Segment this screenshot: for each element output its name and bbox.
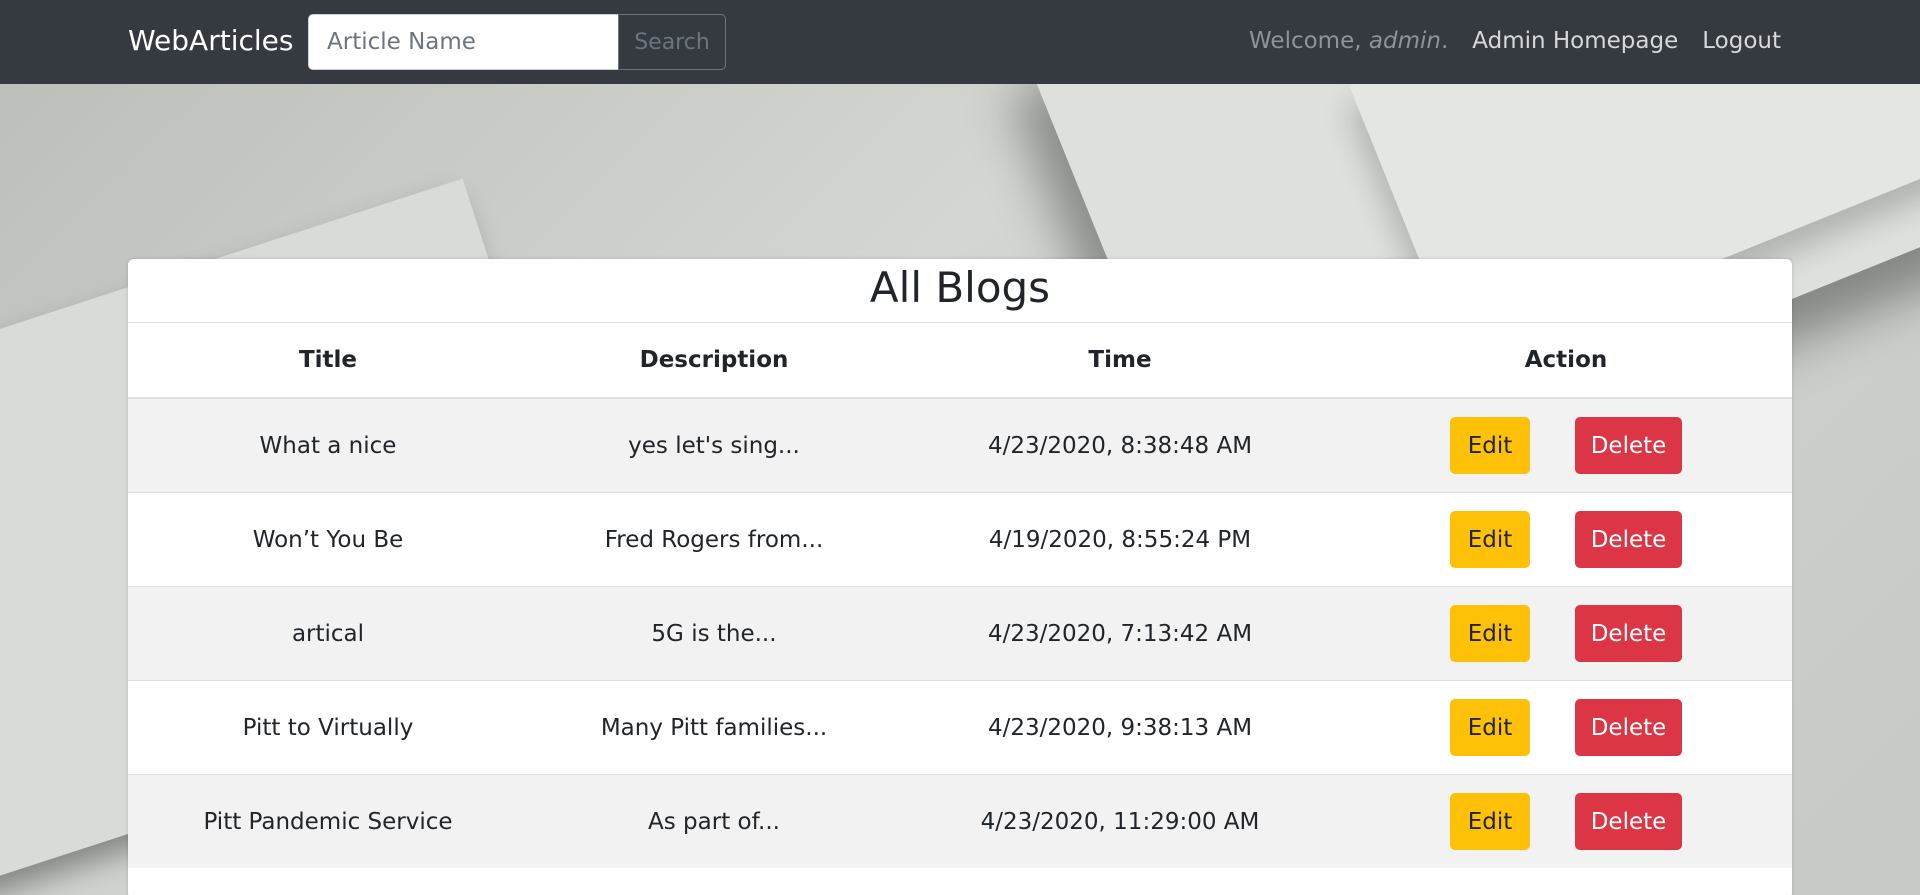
row-actions: Edit Delete: [1340, 417, 1792, 474]
nav-right: Welcome, admin. Admin Homepage Logout: [1249, 28, 1781, 54]
edit-button[interactable]: Edit: [1450, 417, 1530, 474]
table-header-row: Title Description Time Action: [128, 323, 1792, 399]
brand-link[interactable]: WebArticles: [128, 24, 293, 57]
delete-button[interactable]: Delete: [1575, 605, 1682, 662]
edit-button[interactable]: Edit: [1450, 793, 1530, 850]
cell-title: Pitt to Virtually: [128, 680, 528, 775]
table-row: Pitt to Virtually Many Pitt families... …: [128, 680, 1792, 775]
welcome-text: Welcome, admin.: [1249, 28, 1448, 54]
cell-title: Pitt Pandemic Service: [128, 774, 528, 868]
delete-button[interactable]: Delete: [1575, 417, 1682, 474]
cell-time: 4/23/2020, 11:29:00 AM: [900, 774, 1340, 868]
cell-time: 4/23/2020, 8:38:48 AM: [900, 397, 1340, 493]
column-header-title: Title: [128, 323, 528, 399]
table-row: Pitt Pandemic Service As part of... 4/23…: [128, 774, 1792, 868]
cell-title: Won’t You Be: [128, 492, 528, 587]
cell-time: 4/19/2020, 8:55:24 PM: [900, 492, 1340, 587]
row-actions: Edit Delete: [1340, 699, 1792, 756]
cell-action: Edit Delete: [1340, 680, 1792, 775]
cell-description: Fred Rogers from...: [528, 492, 900, 587]
search-form: Search: [308, 14, 726, 70]
cell-description: Many Pitt families...: [528, 680, 900, 775]
edit-button[interactable]: Edit: [1450, 511, 1530, 568]
table-row: artical 5G is the... 4/23/2020, 7:13:42 …: [128, 586, 1792, 681]
row-actions: Edit Delete: [1340, 793, 1792, 850]
cell-action: Edit Delete: [1340, 774, 1792, 868]
delete-button[interactable]: Delete: [1575, 699, 1682, 756]
cell-action: Edit Delete: [1340, 492, 1792, 587]
cell-description: As part of...: [528, 774, 900, 868]
column-header-action: Action: [1340, 323, 1792, 399]
page-title: All Blogs: [128, 259, 1792, 323]
cell-action: Edit Delete: [1340, 397, 1792, 493]
delete-button[interactable]: Delete: [1575, 793, 1682, 850]
welcome-prefix: Welcome,: [1249, 28, 1369, 54]
welcome-suffix: .: [1440, 28, 1449, 54]
row-actions: Edit Delete: [1340, 511, 1792, 568]
logout-link[interactable]: Logout: [1702, 28, 1781, 54]
search-input[interactable]: [308, 14, 618, 70]
navbar: WebArticles Search Welcome, admin. Admin…: [0, 0, 1920, 84]
table-row: What a nice yes let's sing... 4/23/2020,…: [128, 397, 1792, 493]
table-row: Won’t You Be Fred Rogers from... 4/19/20…: [128, 492, 1792, 587]
cell-description: 5G is the...: [528, 586, 900, 681]
admin-homepage-link[interactable]: Admin Homepage: [1472, 28, 1678, 54]
blogs-card: All Blogs Title Description Time Action …: [128, 259, 1792, 895]
welcome-username: admin: [1368, 28, 1441, 54]
cell-time: 4/23/2020, 7:13:42 AM: [900, 586, 1340, 681]
edit-button[interactable]: Edit: [1450, 699, 1530, 756]
column-header-description: Description: [528, 323, 900, 399]
row-actions: Edit Delete: [1340, 605, 1792, 662]
cell-time: 4/23/2020, 9:38:13 AM: [900, 680, 1340, 775]
delete-button[interactable]: Delete: [1575, 511, 1682, 568]
edit-button[interactable]: Edit: [1450, 605, 1530, 662]
cell-action: Edit Delete: [1340, 586, 1792, 681]
search-button[interactable]: Search: [618, 14, 726, 70]
column-header-time: Time: [900, 323, 1340, 399]
cell-title: What a nice: [128, 397, 528, 493]
cell-title: artical: [128, 586, 528, 681]
cell-description: yes let's sing...: [528, 397, 900, 493]
blogs-table: Title Description Time Action What a nic…: [128, 323, 1792, 868]
